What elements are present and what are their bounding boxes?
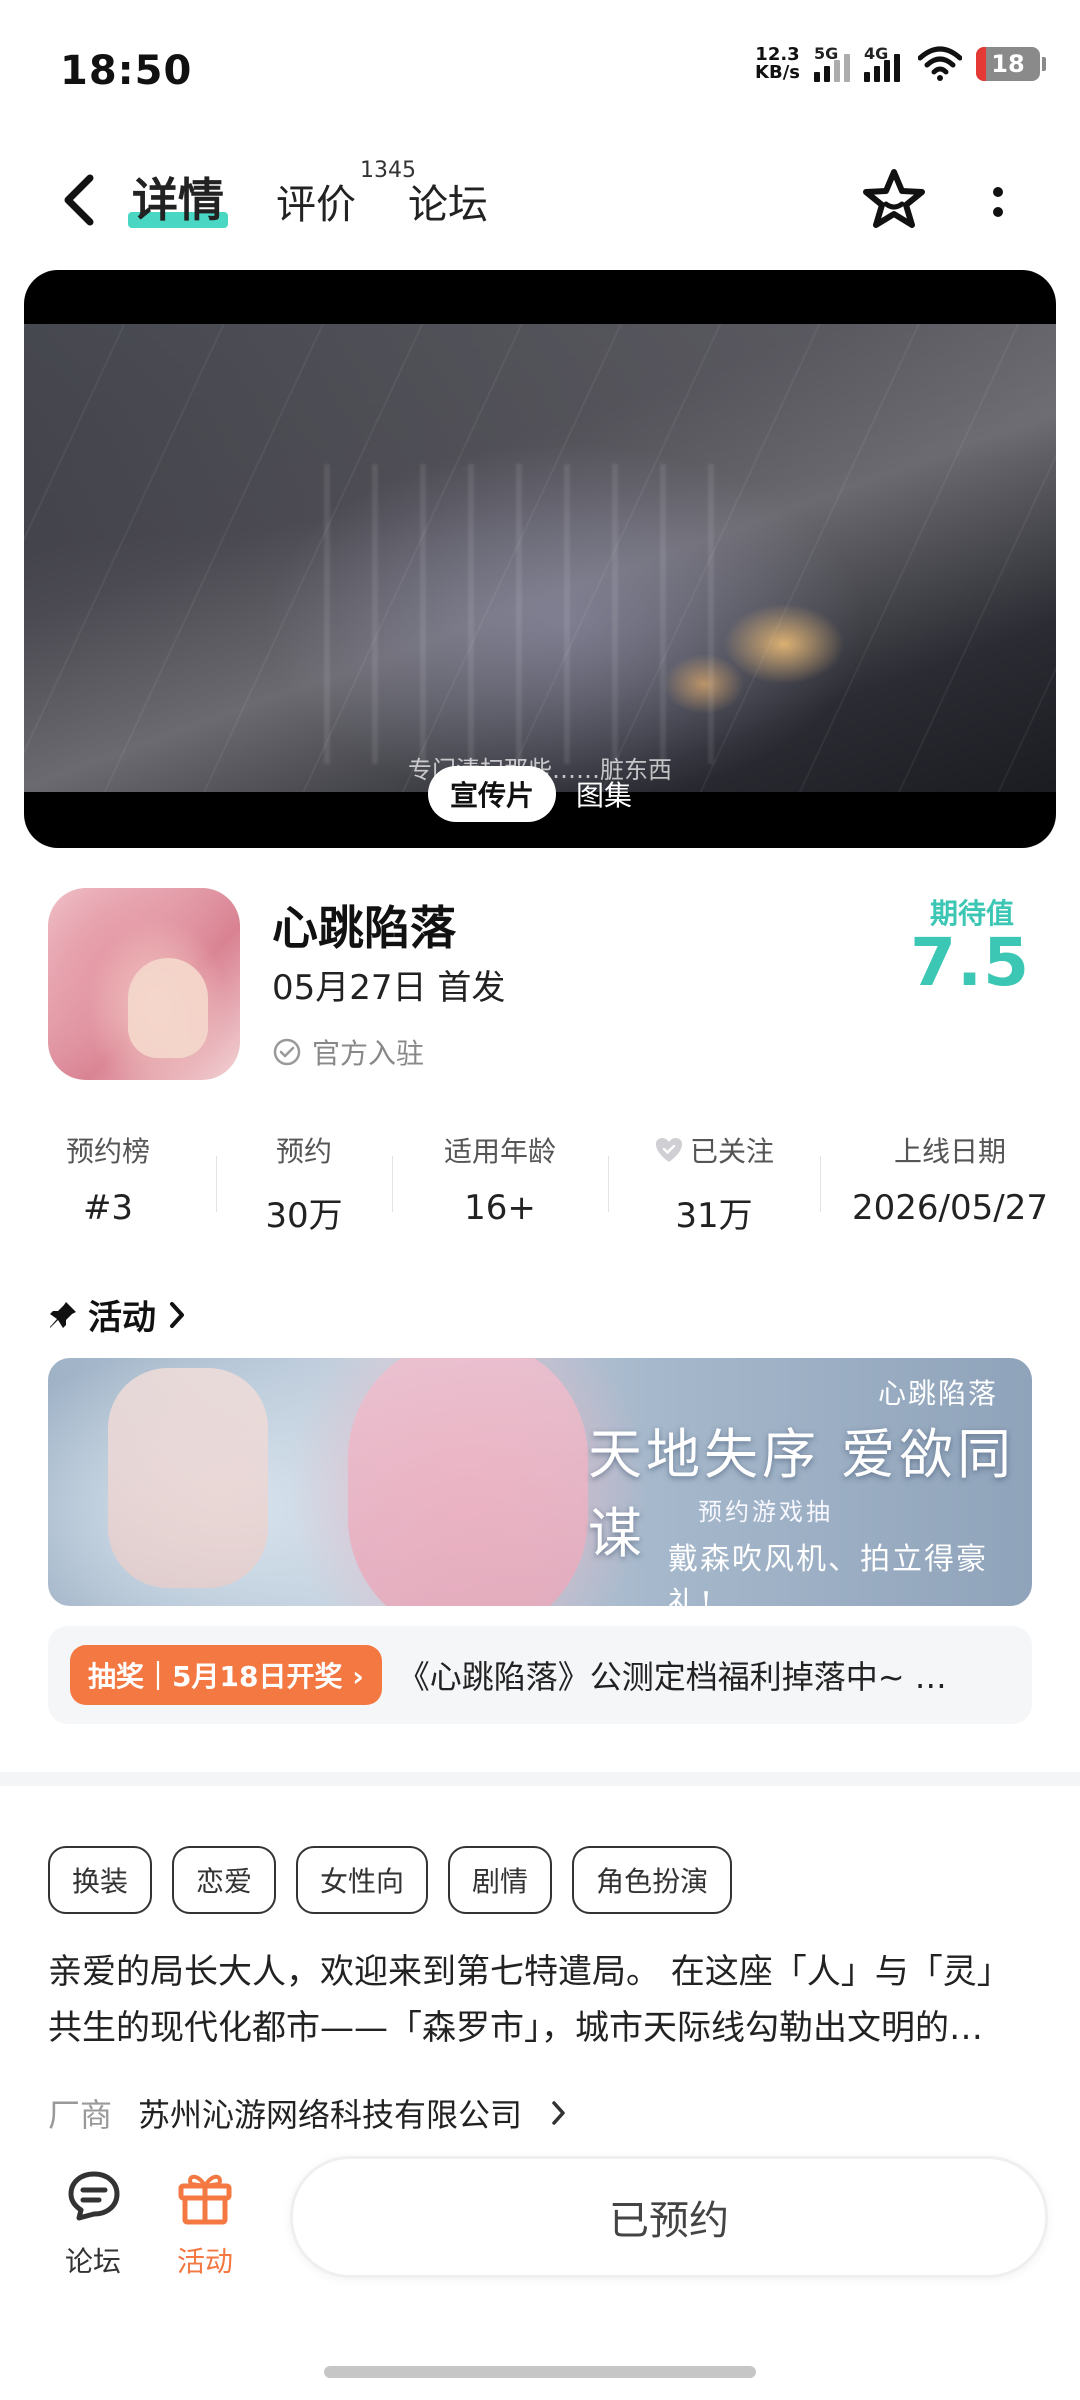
tag-item[interactable]: 女性向	[296, 1846, 429, 1914]
pin-icon	[50, 1301, 76, 1328]
tab-forum[interactable]: 论坛	[408, 172, 488, 230]
lottery-tag[interactable]: 抽奖｜5月18日开奖 ›	[70, 1645, 382, 1705]
section-divider	[0, 1772, 1080, 1786]
stat-followers[interactable]: 已关注 31万	[608, 1130, 820, 1240]
top-navigation: 详情 评价 论坛 1345	[0, 140, 1080, 260]
signal-5g-icon: 5G	[814, 44, 850, 82]
back-arrow-icon[interactable]	[56, 170, 106, 230]
lottery-notice[interactable]: 抽奖｜5月18日开奖 › 《心跳陷落》公测定档福利掉落中~ …	[48, 1626, 1032, 1724]
heart-badge-icon	[655, 1138, 682, 1162]
lottery-text: 《心跳陷落》公测定档福利掉落中~ …	[397, 1658, 947, 1696]
reserved-button[interactable]: 已预约	[290, 2156, 1048, 2278]
expectation-score: 7.5	[910, 924, 1030, 1001]
stat-age-rating[interactable]: 适用年龄 16+	[392, 1130, 608, 1240]
review-count-badge: 1345	[360, 158, 416, 183]
activity-banner[interactable]: 心跳陷落 天地失序 爱欲同谋 预约游戏抽 戴森吹风机、拍立得豪礼!	[48, 1358, 1032, 1606]
release-date: 05月27日 首发	[272, 968, 506, 1008]
check-circle-icon	[273, 1038, 301, 1066]
clock: 18:50	[60, 48, 193, 94]
vendor-name: 苏州沁游网络科技有限公司	[138, 2096, 523, 2134]
official-badge: 官方入驻	[272, 1032, 424, 1072]
banner-subtitle: 预约游戏抽	[698, 1498, 833, 1526]
chat-bubble-icon	[68, 2171, 120, 2221]
bottom-action-bar: 论坛 活动 已预约	[0, 2134, 1080, 2400]
tab-trailer[interactable]: 宣传片	[428, 766, 557, 822]
signal-4g-icon: 4G	[864, 44, 904, 82]
battery-icon: 18	[976, 47, 1046, 81]
video-frame	[24, 324, 1056, 792]
tab-reviews[interactable]: 评价	[276, 172, 356, 230]
status-icons: 12.3 KB/s 5G 4G 18	[755, 44, 1046, 83]
activity-section-header[interactable]: 活动	[48, 1290, 188, 1339]
genre-tags: 换装 恋爱 女性向 剧情 角色扮演	[48, 1846, 733, 1914]
chevron-right-icon	[552, 2101, 565, 2125]
banner-game-logo: 心跳陷落	[877, 1377, 998, 1410]
promo-video-player[interactable]: 专门清扫那些……脏东西 宣传片 图集	[24, 270, 1056, 848]
stat-rank[interactable]: 预约榜 #3	[0, 1130, 216, 1240]
game-description[interactable]: 亲爱的局长大人，欢迎来到第七特遣局。 在这座「人」与「灵」 共生的现代化都市——…	[48, 1944, 1032, 2056]
tab-details[interactable]: 详情	[128, 164, 228, 230]
game-title: 心跳陷落	[272, 901, 456, 955]
chevron-right-icon	[170, 1301, 184, 1328]
status-bar: 18:50 12.3 KB/s 5G 4G 18	[0, 0, 1080, 140]
game-info: 心跳陷落 05月27日 首发 官方入驻 期待值 7.5	[0, 870, 1080, 1100]
stat-reservations: 预约 30万	[216, 1130, 392, 1240]
detail-tabs: 详情 评价 论坛	[128, 164, 488, 230]
media-tabs: 宣传片 图集	[428, 766, 632, 822]
tag-item[interactable]: 剧情	[448, 1846, 553, 1914]
gift-icon	[178, 2174, 232, 2225]
stat-launch-date: 上线日期 2026/05/27	[820, 1130, 1080, 1240]
tab-gallery[interactable]: 图集	[576, 774, 632, 814]
tag-item[interactable]: 角色扮演	[572, 1846, 733, 1914]
home-indicator[interactable]	[324, 2366, 756, 2378]
banner-prize: 戴森吹风机、拍立得豪礼!	[668, 1542, 988, 1606]
favorite-star-icon[interactable]	[858, 164, 930, 236]
wifi-icon	[918, 46, 962, 81]
more-options-icon[interactable]	[978, 176, 1018, 236]
tag-item[interactable]: 换装	[48, 1846, 153, 1914]
vendor-row[interactable]: 厂商 苏州沁游网络科技有限公司	[48, 2090, 568, 2136]
forum-button[interactable]: 论坛	[58, 2164, 128, 2280]
activity-button[interactable]: 活动	[170, 2164, 240, 2280]
game-stats: 预约榜 #3 预约 30万 适用年龄 16+ 已关注 31万 上线日期 2026…	[0, 1130, 1080, 1240]
network-speed: 12.3 KB/s	[755, 44, 800, 83]
tag-item[interactable]: 恋爱	[172, 1846, 277, 1914]
game-app-icon	[48, 888, 240, 1080]
